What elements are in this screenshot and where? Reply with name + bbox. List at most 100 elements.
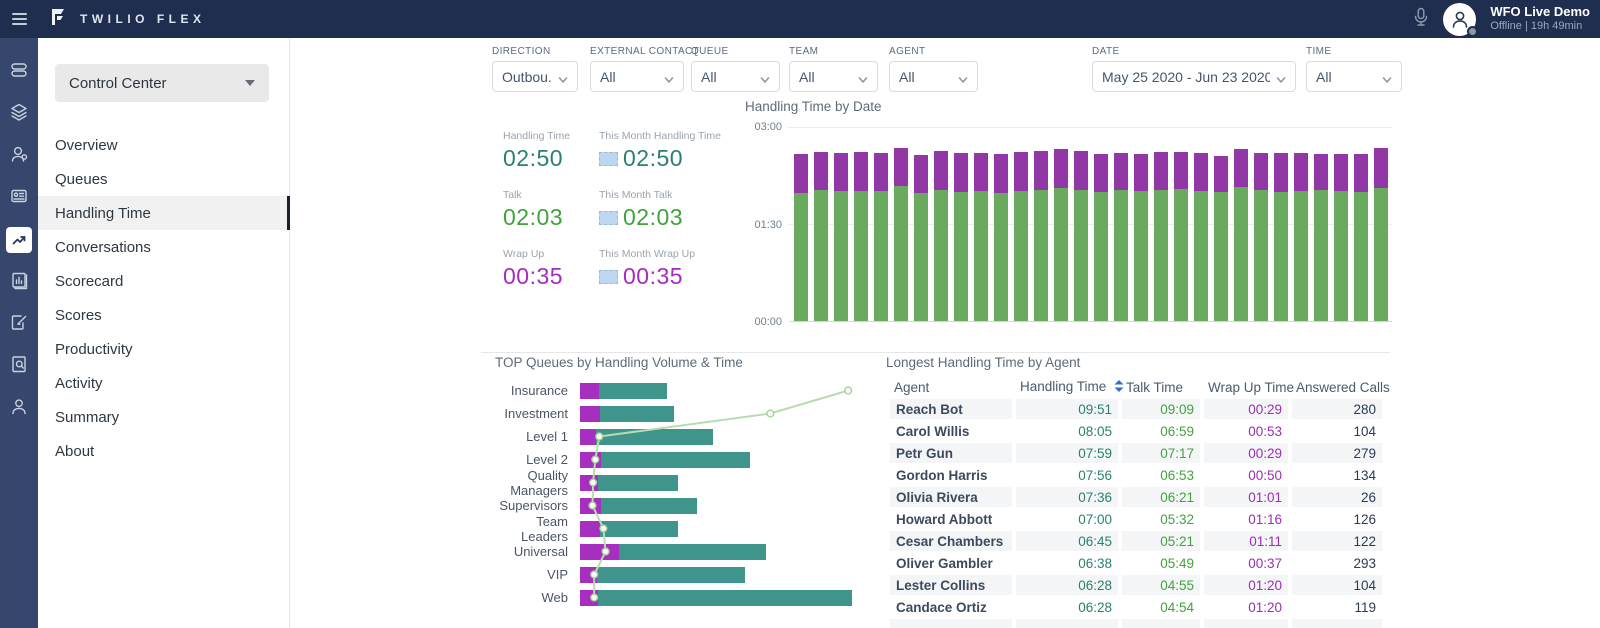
stacked-bar[interactable] bbox=[1334, 154, 1348, 321]
stacked-bar[interactable] bbox=[1294, 153, 1308, 321]
rail-form-edit-icon[interactable] bbox=[0, 303, 38, 345]
column-header-handling-time[interactable]: Handling Time bbox=[1016, 377, 1124, 397]
filter-label: DATE bbox=[1092, 46, 1120, 57]
rail-analytics-icon[interactable] bbox=[0, 219, 38, 261]
stacked-bar[interactable] bbox=[1354, 154, 1368, 321]
stacked-bar[interactable] bbox=[1274, 153, 1288, 321]
rail-profile-icon[interactable] bbox=[0, 387, 38, 429]
filter-dropdown-date[interactable]: May 25 2020 - Jun 23 2020 bbox=[1092, 61, 1296, 92]
stacked-bar[interactable] bbox=[1134, 154, 1148, 321]
stacked-bar[interactable] bbox=[794, 154, 808, 321]
wrap-up-segment bbox=[1154, 152, 1168, 190]
report-book-icon bbox=[9, 270, 29, 295]
stacked-bar[interactable] bbox=[974, 153, 988, 321]
talk-segment bbox=[854, 191, 868, 321]
stacked-bar[interactable] bbox=[994, 154, 1008, 321]
sidebar-item-summary[interactable]: Summary bbox=[38, 400, 289, 434]
queue-row-web[interactable]: Web bbox=[495, 586, 877, 609]
column-header-answered-calls[interactable]: Answered Calls bbox=[1292, 377, 1390, 397]
rail-document-search-icon[interactable] bbox=[0, 345, 38, 387]
stacked-bar[interactable] bbox=[1214, 156, 1228, 321]
queue-bar bbox=[580, 520, 852, 537]
filter-dropdown-agent[interactable]: All bbox=[889, 61, 978, 92]
queue-bar bbox=[580, 428, 852, 445]
filter-value: All bbox=[701, 68, 717, 85]
stacked-bar[interactable] bbox=[1054, 148, 1068, 321]
talk-segment bbox=[1074, 189, 1088, 321]
filter-dropdown-time[interactable]: All bbox=[1306, 61, 1402, 92]
rail-report-book-icon[interactable] bbox=[0, 261, 38, 303]
stat-label: This Month Talk bbox=[599, 189, 673, 201]
sidebar-item-about[interactable]: About bbox=[38, 434, 289, 468]
sidebar-item-activity[interactable]: Activity bbox=[38, 366, 289, 400]
column-header-agent[interactable]: Agent bbox=[890, 377, 1012, 397]
filter-dropdown-external-contact[interactable]: All bbox=[590, 61, 684, 92]
microphone-icon[interactable] bbox=[1413, 7, 1429, 32]
stacked-bar[interactable] bbox=[1254, 153, 1268, 321]
avatar[interactable] bbox=[1443, 2, 1479, 37]
stacked-bar[interactable] bbox=[1374, 147, 1388, 321]
wrap-up-segment bbox=[1074, 150, 1088, 190]
sidebar-item-productivity[interactable]: Productivity bbox=[38, 332, 289, 366]
stacked-bar[interactable] bbox=[874, 153, 888, 321]
talk-segment bbox=[1274, 192, 1288, 321]
queue-row-universal[interactable]: Universal bbox=[495, 540, 877, 563]
stacked-bar[interactable] bbox=[1314, 154, 1328, 321]
stacked-bar[interactable] bbox=[814, 152, 828, 321]
table-row[interactable]: Reach Bot 09:51 09:09 00:29 280 bbox=[890, 399, 1382, 419]
stacked-bar[interactable] bbox=[1174, 152, 1188, 321]
column-header-talk-time[interactable]: Talk Time bbox=[1122, 377, 1200, 397]
queue-row-quality-managers[interactable]: Quality Managers bbox=[495, 468, 877, 498]
sidebar-item-scores[interactable]: Scores bbox=[38, 298, 289, 332]
queue-row-level-1[interactable]: Level 1 bbox=[495, 425, 877, 448]
queue-row-team-leaders[interactable]: Team Leaders bbox=[495, 514, 877, 544]
queue-row-investment[interactable]: Investment bbox=[495, 402, 877, 425]
stacked-bar[interactable] bbox=[1074, 150, 1088, 321]
table-row[interactable]: Olivia Rivera 07:36 06:21 01:01 26 bbox=[890, 487, 1382, 507]
stacked-bar[interactable] bbox=[1014, 152, 1028, 321]
stacked-bar[interactable] bbox=[1234, 148, 1248, 321]
stacked-bar[interactable] bbox=[854, 152, 868, 321]
queue-row-vip[interactable]: VIP bbox=[495, 563, 877, 586]
stat-value: 02:03 bbox=[503, 204, 564, 230]
stacked-bar[interactable] bbox=[1114, 153, 1128, 321]
filter-dropdown-team[interactable]: All bbox=[789, 61, 878, 92]
table-row[interactable]: Oliver Gambler 06:38 05:49 00:37 293 bbox=[890, 553, 1382, 573]
sidebar-item-handling-time[interactable]: Handling Time bbox=[38, 196, 290, 230]
stacked-bar[interactable] bbox=[1094, 154, 1108, 321]
stacked-bar[interactable] bbox=[1194, 153, 1208, 321]
wrap-up-segment bbox=[974, 153, 988, 191]
sidebar-item-conversations[interactable]: Conversations bbox=[38, 230, 289, 264]
stacked-bar[interactable] bbox=[1034, 150, 1048, 321]
sidebar-item-queues[interactable]: Queues bbox=[38, 162, 289, 196]
rail-agents-icon[interactable] bbox=[0, 135, 38, 177]
column-header-wrap-up-time[interactable]: Wrap Up Time bbox=[1204, 377, 1294, 397]
stacked-bar[interactable] bbox=[834, 153, 848, 321]
stacked-bar[interactable] bbox=[954, 153, 968, 321]
table-row[interactable]: Gordon Harris 07:56 06:53 00:50 134 bbox=[890, 465, 1382, 485]
rail-layers-icon[interactable] bbox=[0, 93, 38, 135]
stacked-bar[interactable] bbox=[1154, 152, 1168, 321]
filter-dropdown-queue[interactable]: All bbox=[691, 61, 780, 92]
stacked-bar[interactable] bbox=[894, 147, 908, 321]
filter-value: May 25 2020 - Jun 23 2020 bbox=[1102, 68, 1270, 85]
filter-dropdown-direction[interactable]: Outbou... bbox=[492, 61, 578, 92]
table-row[interactable]: Candace Ortiz 06:28 04:54 01:20 119 bbox=[890, 597, 1382, 617]
table-row[interactable]: Petr Gun 07:59 07:17 00:29 279 bbox=[890, 443, 1382, 463]
sort-icon[interactable] bbox=[1114, 380, 1124, 395]
stacked-bar[interactable] bbox=[914, 155, 928, 321]
table-row[interactable]: Howard Abbott 07:00 05:32 01:16 126 bbox=[890, 509, 1382, 529]
rail-queues-icon[interactable] bbox=[0, 51, 38, 93]
sidebar-item-scorecard[interactable]: Scorecard bbox=[38, 264, 289, 298]
stacked-bar[interactable] bbox=[934, 150, 948, 321]
agents-icon bbox=[9, 144, 29, 169]
hamburger-menu-icon[interactable] bbox=[0, 13, 38, 25]
sidebar-item-overview[interactable]: Overview bbox=[38, 128, 289, 162]
table-row[interactable]: Carol Willis 08:05 06:59 00:53 104 bbox=[890, 421, 1382, 441]
rail-id-card-icon[interactable] bbox=[0, 177, 38, 219]
cell-handling-time: 06:28 bbox=[1078, 599, 1112, 615]
table-row[interactable]: Cesar Chambers 06:45 05:21 01:11 122 bbox=[890, 531, 1382, 551]
table-row[interactable]: Lester Collins 06:28 04:55 01:20 104 bbox=[890, 575, 1382, 595]
queue-row-insurance[interactable]: Insurance bbox=[495, 379, 877, 402]
control-center-dropdown[interactable]: Control Center bbox=[55, 64, 269, 102]
